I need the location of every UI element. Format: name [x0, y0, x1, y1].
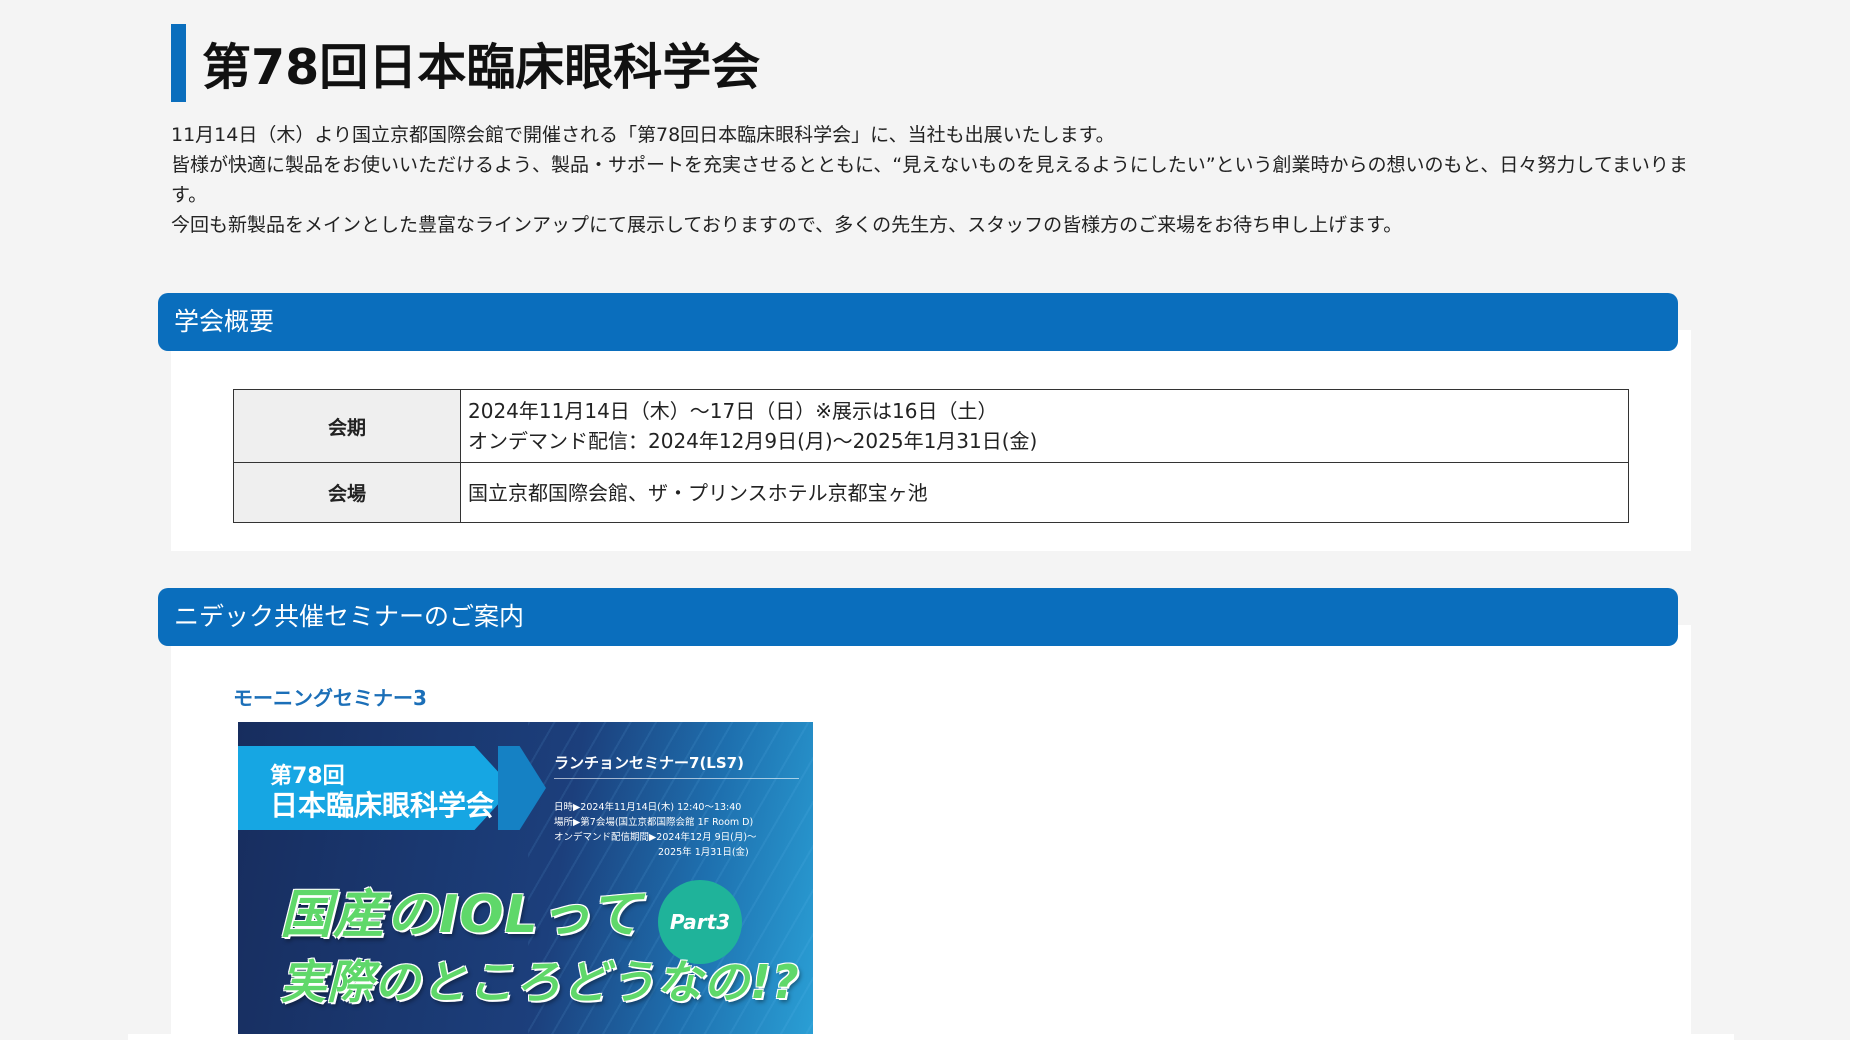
- table-label-venue: 会場: [233, 462, 461, 523]
- dates-line: 2024年11月14日（木）～17日（日）※展示は16日（土）: [468, 399, 998, 423]
- banner-detail-line: オンデマンド配信期間▶2024年12月 9日(月)～: [554, 832, 757, 843]
- ondemand-line: オンデマンド配信：2024年12月9日(月)～2025年1月31日(金): [468, 429, 1038, 453]
- intro-paragraph: 皆様が快適に製品をお使いいただけるよう、製品・サポートを充実させるとともに、“見…: [171, 154, 1688, 206]
- overview-heading: 学会概要: [158, 293, 1678, 351]
- seminar-subtitle: モーニングセミナー3: [233, 686, 427, 710]
- table-row: 会場 国立京都国際会館、ザ・プリンスホテル京都宝ヶ池: [233, 462, 1629, 523]
- banner-session: ランチョンセミナー7(LS7): [554, 754, 744, 772]
- table-value-venue: 国立京都国際会館、ザ・プリンスホテル京都宝ヶ池: [460, 462, 1629, 523]
- banner-detail-line: 2025年 1月31日(金): [658, 847, 749, 858]
- table-value-dates: 2024年11月14日（木）～17日（日）※展示は16日（土） オンデマンド配信…: [460, 389, 1629, 463]
- table-row: 会期 2024年11月14日（木）～17日（日）※展示は16日（土） オンデマン…: [233, 389, 1629, 463]
- banner-divider: [554, 778, 799, 779]
- banner-detail-line: 場所▶第7会場(国立京都国際会館 1F Room D): [554, 817, 754, 828]
- intro-paragraph: 今回も新製品をメインとした豊富なラインアップにて展示しておりますので、多くの先生…: [171, 214, 1403, 236]
- title-accent-bar: [171, 24, 186, 102]
- banner-headline: 国産のIOLって: [280, 885, 643, 945]
- bottom-strip: [128, 1034, 1734, 1040]
- intro-text: 11月14日（木）より国立京都国際会館で開催される「第78回日本臨床眼科学会」に…: [171, 120, 1701, 240]
- banner-society: 日本臨床眼科学会: [270, 789, 495, 822]
- banner-detail-line: 日時▶2024年11月14日(木) 12:40～13:40: [554, 802, 742, 813]
- page-title-block: 第78回日本臨床眼科学会: [171, 24, 760, 102]
- overview-table: 会期 2024年11月14日（木）～17日（日）※展示は16日（土） オンデマン…: [233, 389, 1629, 523]
- seminar-heading: ニデック共催セミナーのご案内: [158, 588, 1678, 646]
- venue-line: 国立京都国際会館、ザ・プリンスホテル京都宝ヶ池: [468, 480, 928, 505]
- intro-paragraph: 11月14日（木）より国立京都国際会館で開催される「第78回日本臨床眼科学会」に…: [171, 124, 1115, 146]
- banner-details: 日時▶2024年11月14日(木) 12:40～13:40 場所▶第7会場(国立…: [554, 800, 757, 860]
- banner-headline: 実際のところどうなの!?: [280, 955, 800, 1009]
- table-label-dates: 会期: [233, 389, 461, 463]
- page-title: 第78回日本臨床眼科学会: [202, 38, 761, 96]
- seminar-banner[interactable]: 第78回 日本臨床眼科学会 ランチョンセミナー7(LS7) 日時▶2024年11…: [238, 722, 813, 1037]
